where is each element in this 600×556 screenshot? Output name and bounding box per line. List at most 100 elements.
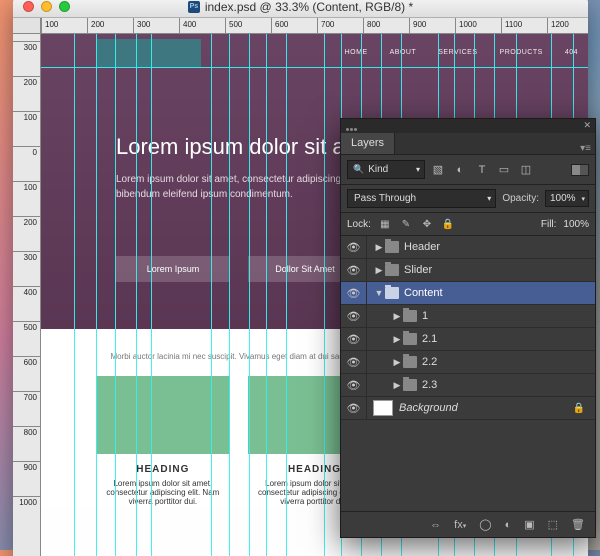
folder-icon — [385, 287, 399, 299]
filter-type-icon[interactable]: T — [473, 161, 491, 179]
lock-all-icon[interactable]: 🔒 — [441, 217, 455, 231]
guide-horizontal[interactable] — [41, 67, 588, 68]
visibility-toggle-icon[interactable]: 👁 — [341, 305, 367, 327]
filter-smart-icon[interactable]: ◫ — [517, 161, 535, 179]
panel-tabs: Layers ▾≡ — [341, 133, 595, 155]
ruler-tick: 200 — [13, 76, 40, 106]
close-panel-icon[interactable]: ✕ — [583, 120, 591, 131]
panel-menu-icon[interactable]: ▾≡ — [580, 143, 591, 154]
filter-toggle[interactable] — [571, 164, 589, 176]
disclosure-icon[interactable]: ▶ — [391, 380, 403, 391]
guide-vertical[interactable] — [96, 34, 97, 556]
ruler-tick: 1100 — [501, 18, 522, 34]
delete-layer-icon[interactable]: 🗑 — [571, 518, 585, 531]
disclosure-icon[interactable]: ▼ — [373, 288, 385, 298]
guide-vertical[interactable] — [151, 34, 152, 556]
folder-icon — [403, 310, 417, 322]
layer-row-background[interactable]: 👁Background🔒 — [341, 397, 595, 420]
visibility-toggle-icon[interactable]: 👁 — [341, 328, 367, 350]
ruler-tick: 200 — [87, 18, 104, 34]
guide-vertical[interactable] — [266, 34, 267, 556]
ruler-tick: 1000 — [13, 496, 40, 526]
link-layers-icon[interactable]: ⇔ — [430, 519, 441, 531]
lock-label: Lock: — [347, 219, 371, 230]
layer-mask-icon[interactable]: ◯ — [479, 518, 491, 531]
visibility-toggle-icon[interactable]: 👁 — [341, 236, 367, 258]
visibility-toggle-icon[interactable]: 👁 — [341, 351, 367, 373]
layer-tree[interactable]: 👁▶Header👁▶Slider👁▼Content👁▶1👁▶2.1👁▶2.2👁▶… — [341, 236, 595, 420]
ruler-tick: 900 — [409, 18, 426, 34]
folder-icon — [385, 241, 399, 253]
layer-row-2-1[interactable]: 👁▶2.1 — [341, 328, 595, 351]
layer-style-icon[interactable]: fx▾ — [454, 519, 466, 531]
tab-layers[interactable]: Layers — [341, 133, 395, 154]
ruler-horizontal[interactable]: 100200300400500600700800900100011001200 — [41, 18, 588, 34]
ruler-tick: 1000 — [455, 18, 477, 34]
layer-filter-bar: Kind ▧ ◐ T ▭ ◫ — [341, 155, 595, 185]
lock-position-icon[interactable]: ✥ — [420, 217, 434, 231]
adjustment-layer-icon[interactable]: ◐ — [505, 519, 512, 531]
ruler-tick: 900 — [13, 461, 40, 491]
ruler-tick: 600 — [13, 356, 40, 386]
window-titlebar[interactable]: index.psd @ 33.3% (Content, RGB/8) * — [13, 0, 588, 18]
disclosure-icon[interactable]: ▶ — [373, 242, 385, 253]
lock-fill-row: Lock: ▦ ✎ ✥ 🔒 Fill: 100% — [341, 213, 595, 236]
lock-pixels-icon[interactable]: ✎ — [399, 217, 413, 231]
visibility-toggle-icon[interactable]: 👁 — [341, 397, 367, 419]
layer-row-1[interactable]: 👁▶1 — [341, 305, 595, 328]
disclosure-icon[interactable]: ▶ — [373, 265, 385, 276]
panel-header[interactable]: ✕ . — [341, 119, 595, 133]
ruler-tick: 100 — [13, 181, 40, 211]
guide-vertical[interactable] — [211, 34, 212, 556]
filter-adjust-icon[interactable]: ◐ — [451, 161, 469, 179]
ruler-tick: 1200 — [547, 18, 569, 34]
new-group-icon[interactable]: ▣ — [524, 518, 534, 531]
guide-vertical[interactable] — [229, 34, 230, 556]
guide-vertical[interactable] — [249, 34, 250, 556]
fill-label: Fill: — [541, 219, 557, 230]
lock-icon: 🔒 — [573, 403, 585, 414]
hero-button-1: Lorem Ipsum — [116, 256, 230, 282]
filter-kind-dropdown[interactable]: Kind — [347, 160, 425, 179]
guide-vertical[interactable] — [115, 34, 116, 556]
folder-icon — [385, 264, 399, 276]
ruler-tick: 600 — [271, 18, 288, 34]
guide-vertical[interactable] — [286, 34, 287, 556]
ruler-vertical[interactable]: 4003002001000100200300400500600700800900… — [13, 34, 41, 556]
ruler-tick: 500 — [13, 321, 40, 351]
ruler-origin[interactable] — [13, 18, 41, 34]
layer-row-content[interactable]: 👁▼Content — [341, 282, 595, 305]
visibility-toggle-icon[interactable]: 👁 — [341, 282, 367, 304]
layers-panel[interactable]: ✕ . Layers ▾≡ Kind ▧ ◐ T ▭ ◫ Pass Throug… — [340, 118, 596, 538]
ruler-tick: 700 — [13, 391, 40, 421]
ruler-tick: 100 — [13, 111, 40, 141]
new-layer-icon[interactable]: ⬚ — [548, 518, 558, 531]
blend-opacity-row: Pass Through Opacity: 100% — [341, 185, 595, 213]
visibility-toggle-icon[interactable]: 👁 — [341, 374, 367, 396]
filter-pixel-icon[interactable]: ▧ — [429, 161, 447, 179]
layer-row-slider[interactable]: 👁▶Slider — [341, 259, 595, 282]
visibility-toggle-icon[interactable]: 👁 — [341, 259, 367, 281]
lock-transparency-icon[interactable]: ▦ — [378, 217, 392, 231]
fill-input[interactable]: 100% — [563, 219, 589, 230]
layer-row-header[interactable]: 👁▶Header — [341, 236, 595, 259]
disclosure-icon[interactable]: ▶ — [391, 357, 403, 368]
guide-vertical[interactable] — [74, 34, 75, 556]
folder-icon — [403, 356, 417, 368]
layer-thumbnail — [373, 400, 393, 416]
ruler-tick: 400 — [13, 286, 40, 316]
layer-row-2-2[interactable]: 👁▶2.2 — [341, 351, 595, 374]
opacity-label: Opacity: — [502, 193, 539, 204]
site-logo-placeholder — [96, 39, 201, 67]
ruler-tick: 500 — [225, 18, 242, 34]
filter-shape-icon[interactable]: ▭ — [495, 161, 513, 179]
folder-icon — [403, 379, 417, 391]
site-nav: HOMEABOUTSERVICESPRODUCTS404 — [345, 49, 578, 56]
opacity-input[interactable]: 100% — [545, 190, 589, 207]
layer-row-2-3[interactable]: 👁▶2.3 — [341, 374, 595, 397]
disclosure-icon[interactable]: ▶ — [391, 311, 403, 322]
blend-mode-dropdown[interactable]: Pass Through — [347, 189, 496, 208]
guide-vertical[interactable] — [136, 34, 137, 556]
disclosure-icon[interactable]: ▶ — [391, 334, 403, 345]
guide-vertical[interactable] — [324, 34, 325, 556]
